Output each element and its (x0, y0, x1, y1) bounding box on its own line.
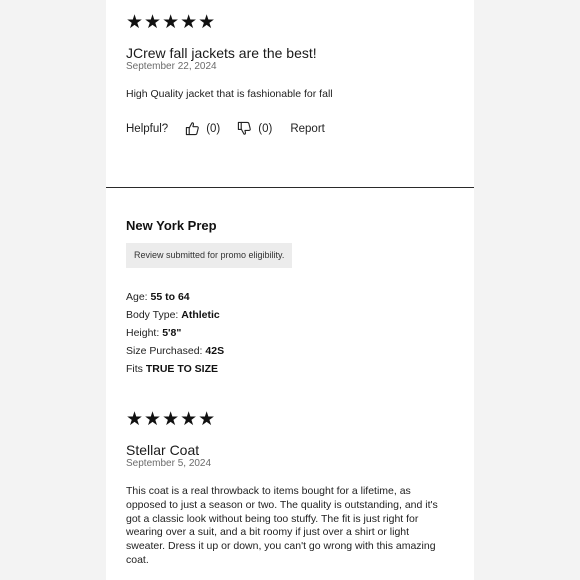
reviewer-name: New York Prep (126, 218, 217, 233)
attr-body-type: Body Type: Athletic (126, 309, 220, 322)
report-link[interactable]: Report (290, 123, 325, 135)
thumbs-down-icon (237, 121, 252, 136)
review-body: This coat is a real throwback to items b… (126, 485, 438, 566)
review-date: September 5, 2024 (126, 458, 212, 469)
review-body: High Quality jacket that is fashionable … (126, 88, 333, 100)
review-title: JCrew fall jackets are the best! (126, 45, 317, 61)
attr-value: 42S (205, 345, 225, 357)
attr-value: 55 to 64 (150, 291, 190, 303)
promo-badge: Review submitted for promo eligibility. (126, 243, 293, 268)
attr-label: Body Type: (126, 309, 182, 321)
review-divider (106, 187, 474, 188)
reviews-page: ★★★★★ JCrew fall jackets are the best! S… (0, 0, 580, 580)
attr-value: Athletic (181, 309, 220, 321)
upvote-count: (0) (206, 122, 221, 135)
attr-value: TRUE TO SIZE (145, 363, 218, 375)
attr-label: Age: (126, 291, 151, 303)
attr-label: Size Purchased: (126, 345, 206, 357)
upvote-button[interactable]: (0) (185, 121, 220, 136)
attr-label: Height: (126, 327, 163, 339)
helpful-row: Helpful? (0) (0) Report (126, 121, 325, 136)
helpful-label: Helpful? (126, 122, 169, 135)
downvote-count: (0) (258, 122, 273, 135)
attr-age: Age: 55 to 64 (126, 291, 190, 304)
star-rating: ★★★★★ (126, 408, 217, 430)
attr-label: Fits (126, 363, 146, 375)
attr-height: Height: 5'8" (126, 327, 181, 340)
attr-size-purchased: Size Purchased: 42S (126, 345, 224, 358)
attr-fit: Fits TRUE TO SIZE (126, 363, 218, 376)
review-title: Stellar Coat (126, 442, 200, 458)
star-rating: ★★★★★ (126, 11, 217, 33)
thumbs-up-icon (185, 121, 200, 136)
downvote-button[interactable]: (0) (237, 121, 272, 136)
review-date: September 22, 2024 (126, 61, 217, 72)
attr-value: 5'8" (162, 327, 182, 339)
